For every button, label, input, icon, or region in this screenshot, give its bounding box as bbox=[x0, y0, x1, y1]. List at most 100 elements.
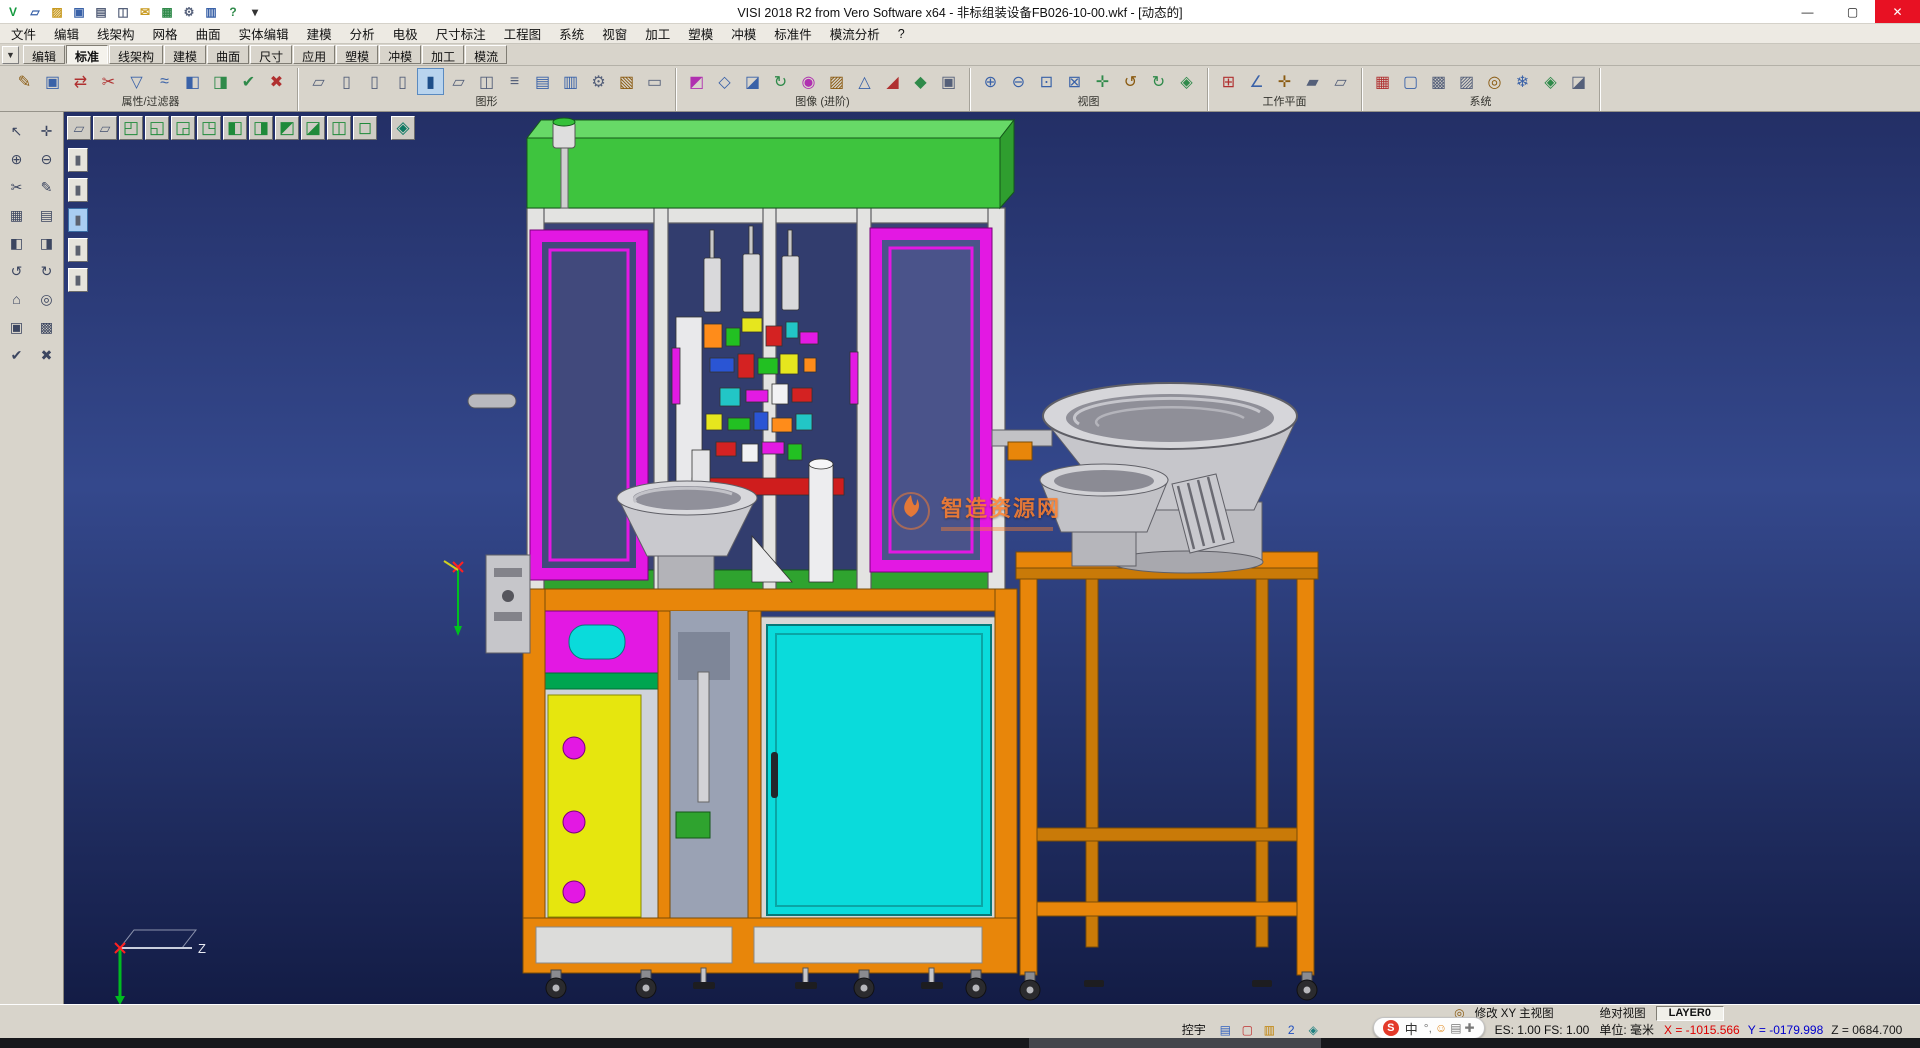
confirm-icon[interactable]: ✔ bbox=[4, 343, 30, 367]
view-axonometric-icon[interactable]: ◻ bbox=[353, 116, 377, 140]
ime-keyboard-icon[interactable]: ▤ bbox=[1450, 1021, 1461, 1035]
menu-item-6[interactable]: 实体编辑 bbox=[230, 23, 298, 44]
undo-icon[interactable]: ↺ bbox=[4, 259, 30, 283]
active-layer-icon[interactable]: ▮ bbox=[417, 68, 444, 95]
view-iso-ne-icon[interactable]: ◰ bbox=[119, 116, 143, 140]
qat-customize-icon[interactable]: ▾ bbox=[245, 2, 265, 21]
workplane-align-icon[interactable]: ✛ bbox=[1271, 68, 1298, 95]
stacked-layers-icon[interactable]: ≡ bbox=[501, 68, 528, 95]
highlight-edges-icon[interactable]: ◆ bbox=[907, 68, 934, 95]
menu-item-2[interactable]: 编辑 bbox=[45, 23, 88, 44]
quick-filter-4-icon[interactable]: ▮ bbox=[68, 238, 88, 262]
snap-settings-icon[interactable]: ❄ bbox=[1509, 68, 1536, 95]
view-dynamic-icon[interactable]: ◈ bbox=[391, 116, 415, 140]
tab-7[interactable]: 应用 bbox=[293, 45, 335, 64]
view-right-icon[interactable]: ◪ bbox=[301, 116, 325, 140]
tab-9[interactable]: 冲模 bbox=[379, 45, 421, 64]
transparency-icon[interactable]: △ bbox=[851, 68, 878, 95]
snap-grid-icon[interactable]: ▤ bbox=[1216, 1022, 1235, 1038]
table-icon[interactable]: ▤ bbox=[34, 203, 60, 227]
taskbar-window-segment[interactable] bbox=[1029, 1038, 1321, 1048]
zoom-fit-icon[interactable]: ⊠ bbox=[1061, 68, 1088, 95]
swap-entities-icon[interactable]: ⇄ bbox=[67, 68, 94, 95]
app-logo-icon[interactable]: V bbox=[3, 2, 23, 21]
cylinder-layer-3-icon[interactable]: ▯ bbox=[389, 68, 416, 95]
target-settings-icon[interactable]: ◎ bbox=[1481, 68, 1508, 95]
capture-image-icon[interactable]: ▦ bbox=[157, 2, 177, 21]
screen-icon[interactable]: ▢ bbox=[1238, 1022, 1257, 1038]
menu-item-7[interactable]: 建模 bbox=[298, 23, 341, 44]
view-mode-label[interactable]: 绝对视图 bbox=[1600, 1005, 1646, 1021]
filter-funnel-icon[interactable]: ▽ bbox=[123, 68, 150, 95]
circle-tool-icon[interactable]: ◎ bbox=[34, 287, 60, 311]
shaded-view-icon[interactable]: ◩ bbox=[683, 68, 710, 95]
ime-language-toggle[interactable]: 中 bbox=[1405, 1019, 1418, 1038]
close-button[interactable]: ✕ bbox=[1875, 0, 1920, 23]
menu-item-13[interactable]: 视窗 bbox=[593, 23, 636, 44]
database-store-icon[interactable]: ▥ bbox=[557, 68, 584, 95]
open-document-icon[interactable]: ▨ bbox=[47, 2, 67, 21]
menu-item-9[interactable]: 电极 bbox=[384, 23, 427, 44]
system-settings-icon[interactable]: ⚙ bbox=[179, 2, 199, 21]
document-layers-icon[interactable]: ▱ bbox=[445, 68, 472, 95]
menu-item-10[interactable]: 尺寸标注 bbox=[427, 23, 495, 44]
maximize-button[interactable]: ▢ bbox=[1830, 0, 1875, 23]
view-iso-nw-icon[interactable]: ◱ bbox=[145, 116, 169, 140]
layer-settings-icon[interactable]: ⚙ bbox=[585, 68, 612, 95]
viewport-3d[interactable]: ▱▱◰◱◲◳◧◨◩◪◫◻◈ ▮▮▮▮▮ bbox=[64, 112, 1920, 1004]
redo-icon[interactable]: ↻ bbox=[34, 259, 60, 283]
database-icon[interactable]: ▥ bbox=[201, 2, 221, 21]
menu-item-18[interactable]: 模流分析 bbox=[821, 23, 889, 44]
new-document-icon[interactable]: ▱ bbox=[25, 2, 45, 21]
measure-doc-icon[interactable]: ▭ bbox=[641, 68, 668, 95]
home-view-icon[interactable]: ⌂ bbox=[4, 287, 30, 311]
menu-item-16[interactable]: 冲模 bbox=[722, 23, 765, 44]
wireframe-view-icon[interactable]: ◇ bbox=[711, 68, 738, 95]
blank-document-icon[interactable]: ▱ bbox=[305, 68, 332, 95]
tab-2[interactable]: 标准 bbox=[66, 45, 108, 64]
menu-item-5[interactable]: 曲面 bbox=[187, 23, 230, 44]
menu-item-1[interactable]: 文件 bbox=[2, 23, 45, 44]
minimize-button[interactable]: — bbox=[1785, 0, 1830, 23]
color-palette-icon[interactable]: ▦ bbox=[1369, 68, 1396, 95]
zoom-window-icon[interactable]: ⊡ bbox=[1033, 68, 1060, 95]
ime-toolbox-icon[interactable]: ✚ bbox=[1465, 1021, 1475, 1035]
refresh-view-icon[interactable]: ↻ bbox=[1145, 68, 1172, 95]
quick-filter-2-icon[interactable]: ▮ bbox=[68, 178, 88, 202]
menu-item-11[interactable]: 工程图 bbox=[495, 23, 551, 44]
menu-item-19[interactable]: ? bbox=[889, 26, 914, 42]
plot-preview-icon[interactable]: ◫ bbox=[113, 2, 133, 21]
menu-item-12[interactable]: 系统 bbox=[550, 23, 593, 44]
screenshot-icon[interactable]: ▣ bbox=[935, 68, 962, 95]
view-top-icon[interactable]: ◧ bbox=[223, 116, 247, 140]
tab-5[interactable]: 曲面 bbox=[207, 45, 249, 64]
tab-11[interactable]: 模流 bbox=[465, 45, 507, 64]
workplane-angle-icon[interactable]: ∠ bbox=[1243, 68, 1270, 95]
help-icon[interactable]: ? bbox=[223, 2, 243, 21]
select-arrow-icon[interactable]: ↖ bbox=[4, 119, 30, 143]
grid-settings-icon[interactable]: ▩ bbox=[1425, 68, 1452, 95]
layer-indicator[interactable]: LAYER0 bbox=[1656, 1006, 1724, 1021]
tab-overflow-button[interactable]: ▼ bbox=[2, 46, 19, 64]
menu-item-17[interactable]: 标准件 bbox=[765, 23, 821, 44]
database-doc-icon[interactable]: ▤ bbox=[529, 68, 556, 95]
display-settings-icon[interactable]: ▢ bbox=[1397, 68, 1424, 95]
sketch-icon[interactable]: ✎ bbox=[34, 175, 60, 199]
quick-filter-3-icon[interactable]: ▮ bbox=[68, 208, 88, 232]
tab-8[interactable]: 塑模 bbox=[336, 45, 378, 64]
hatch-settings-icon[interactable]: ▨ bbox=[1453, 68, 1480, 95]
assembly-machine-model[interactable]: Z bbox=[64, 112, 1920, 1004]
cylinder-layer-2-icon[interactable]: ▯ bbox=[361, 68, 388, 95]
taskbar-sliver[interactable] bbox=[0, 1038, 1920, 1048]
half-section-b-icon[interactable]: ◨ bbox=[34, 231, 60, 255]
tab-3[interactable]: 线架构 bbox=[109, 45, 163, 64]
tab-4[interactable]: 建模 bbox=[164, 45, 206, 64]
shade-tool-icon[interactable]: ▩ bbox=[34, 315, 60, 339]
filter-clear-icon[interactable]: ✖ bbox=[263, 68, 290, 95]
tab-6[interactable]: 尺寸 bbox=[250, 45, 292, 64]
trim-icon[interactable]: ✂ bbox=[4, 175, 30, 199]
cube-icon[interactable]: ◈ bbox=[1304, 1022, 1323, 1038]
shadow-settings-icon[interactable]: ◪ bbox=[1565, 68, 1592, 95]
tab-1[interactable]: 编辑 bbox=[23, 45, 65, 64]
half-section-a-icon[interactable]: ◧ bbox=[4, 231, 30, 255]
